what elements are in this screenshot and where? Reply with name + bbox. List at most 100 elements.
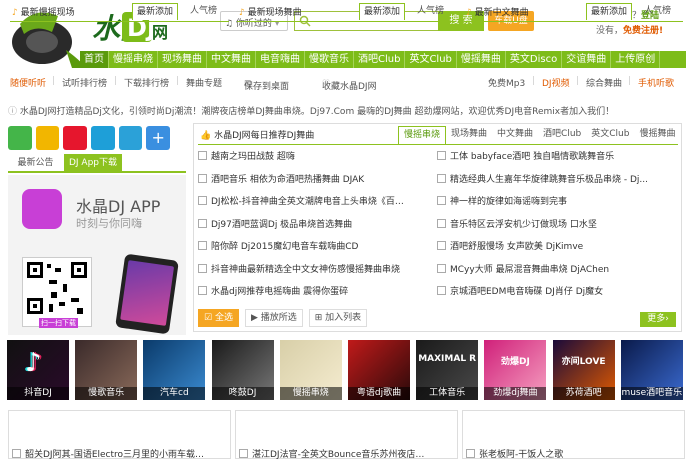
recommend-tabs: 慢摇串烧 现场舞曲 中文舞曲 酒吧Club 英文Club 慢摇舞曲 — [398, 126, 680, 144]
sub-nav-random[interactable]: 随便听听 — [10, 76, 46, 89]
more-button[interactable]: 更多› — [640, 312, 676, 327]
qr-code[interactable]: 扫一扫下载 — [22, 257, 92, 328]
nav-item[interactable]: 英文Club — [405, 51, 457, 68]
nav-item[interactable]: 上传原创 — [611, 51, 661, 68]
category-thumbnail[interactable]: ♪ 抖音DJ — [7, 340, 69, 400]
checkbox[interactable] — [12, 449, 21, 458]
tab-latest-added[interactable]: 最新添加 — [586, 3, 633, 20]
category-thumbnail[interactable]: 粤语dj歌曲 — [348, 340, 410, 400]
nav-item[interactable]: 慢歌音乐 — [305, 51, 354, 68]
recommend-tab[interactable]: 酒吧Club — [538, 126, 586, 144]
checkbox[interactable] — [198, 241, 207, 250]
sub-nav-video[interactable]: DJ视频 — [542, 76, 570, 89]
checkbox[interactable] — [198, 286, 207, 295]
thumbnail-label: 慢摇串烧 — [279, 387, 342, 400]
recommend-item[interactable]: 抖音神曲最新精选全中文女神伤感慢摇舞曲串烧 — [198, 263, 424, 278]
tab-latest-added[interactable]: 最新添加 — [132, 3, 179, 20]
recommend-item[interactable]: 越南之玛田战鼓 超嗨 — [198, 150, 424, 165]
recommend-item[interactable]: 音乐特区云浮安机少订做现场 口水坚 — [437, 218, 663, 233]
tab-popular[interactable]: 人气榜 — [413, 3, 448, 19]
category-thumbnail[interactable]: 劲爆DJ 劲爆dj舞曲 — [484, 340, 547, 400]
checkbox[interactable] — [437, 151, 446, 160]
recommend-item[interactable]: 酒吧音乐 相依为命酒吧热播舞曲 DJAK — [198, 173, 424, 188]
checkbox[interactable] — [239, 449, 248, 458]
recommend-item[interactable]: 京城酒吧EDM电音嗨碟 DJ肖仔 Dj魔女 — [437, 285, 663, 300]
checkbox[interactable] — [437, 263, 446, 273]
qzone-icon[interactable] — [35, 126, 60, 150]
recommend-tab-underline — [198, 144, 678, 145]
nav-item[interactable]: 中文舞曲 — [207, 51, 256, 68]
category-thumbnail[interactable]: 慢摇串烧 — [279, 340, 342, 400]
sub-nav-mobile[interactable]: 手机听歌 — [638, 76, 674, 89]
recommend-tab[interactable]: 中文舞曲 — [492, 126, 538, 144]
tencent-weibo-icon[interactable] — [118, 126, 143, 150]
sub-nav-listen-rank[interactable]: 试听排行榜 — [62, 76, 107, 89]
recommend-item[interactable]: 陪你醉 Dj2015魔幻电音车载嗨曲CD — [198, 240, 424, 255]
tab-latest-notice[interactable]: 最新公告 — [8, 154, 63, 172]
recommend-item[interactable]: 精选经典人生嘉年华旋律跳舞音乐极品串烧 - Dj... — [437, 173, 663, 188]
category-thumbnail[interactable]: muse酒吧音乐 — [620, 340, 683, 400]
recommend-item[interactable]: Dj97酒吧蓝调Dj 极品串烧首选舞曲 — [198, 218, 424, 233]
register-prefix: 没有， — [596, 26, 624, 36]
music-note-icon: ♪ — [12, 8, 21, 18]
recommend-item-title: DJ松松-抖音神曲全英文潮牌电音上头串烧《百… — [211, 197, 404, 207]
recommend-tab[interactable]: 英文Club — [586, 126, 634, 144]
nav-item[interactable]: 酒吧Club — [354, 51, 406, 68]
tab-app-download[interactable]: DJ App下载 — [64, 154, 122, 172]
category-thumbnail[interactable]: MAXIMAL RNB 工体音乐 — [416, 340, 479, 400]
section-title-text: 最新慢摇现场 — [20, 8, 75, 18]
play-selected-button[interactable]: ▶ 播放所选 — [244, 309, 303, 327]
qq-icon[interactable] — [91, 126, 115, 150]
nav-item[interactable]: 交谊舞曲 — [562, 51, 612, 68]
checkbox[interactable] — [437, 286, 446, 295]
section-list-item[interactable]: 韶关DJ阿其-国语Electro三月里的小雨车载… — [12, 447, 227, 460]
recommend-item-title: 越南之玛田战鼓 超嗨 — [211, 152, 295, 162]
tab-popular[interactable]: 人气榜 — [640, 3, 675, 19]
checkbox[interactable] — [198, 196, 207, 205]
recommend-item[interactable]: MCyy大师 最屌混音舞曲串烧 DjAChen — [437, 263, 663, 278]
checkbox[interactable] — [198, 151, 207, 160]
recommend-tab[interactable]: 现场舞曲 — [446, 126, 492, 144]
nav-item[interactable]: 慢摇串烧 — [109, 51, 158, 68]
nav-item[interactable]: 现场舞曲 — [158, 51, 207, 68]
recommend-tab[interactable]: 慢摇舞曲 — [634, 126, 680, 144]
category-thumbnail[interactable]: 咚鼓DJ — [211, 340, 274, 400]
checkbox[interactable] — [198, 218, 207, 228]
sub-nav-mixed[interactable]: 综合舞曲 — [586, 76, 622, 89]
save-desktop-label: 保存到桌面 — [244, 82, 290, 92]
checkbox[interactable] — [198, 263, 207, 273]
plus-icon[interactable]: + — [146, 126, 171, 150]
section-list-item[interactable]: 湛江DJ法官-全英文Bounce音乐苏州夜店… — [239, 447, 454, 460]
register-link[interactable]: 免费注册! — [623, 26, 663, 36]
checkbox[interactable] — [198, 173, 207, 183]
sub-nav-download-rank[interactable]: 下载排行榜 — [124, 76, 169, 89]
weibo-icon[interactable] — [63, 126, 88, 150]
section-list-item[interactable]: 张老板阿-干饭人之歌 — [466, 447, 681, 460]
tab-popular[interactable]: 人气榜 — [186, 3, 221, 19]
recommend-item[interactable]: 神一样的旋律如海谣嗨到完事 — [437, 195, 663, 210]
sub-nav-topic[interactable]: 舞曲专题 — [186, 76, 222, 89]
select-all-button[interactable]: ☑ 全选 — [198, 309, 239, 327]
recommend-tab[interactable]: 慢摇串烧 — [398, 126, 447, 144]
nav-item[interactable]: 电音嗨曲 — [256, 51, 305, 68]
wechat-icon[interactable] — [8, 126, 32, 150]
recommend-item[interactable]: 酒吧舒服慢场 女声欧美 DjKimve — [437, 240, 663, 255]
tab-latest-added[interactable]: 最新添加 — [359, 3, 406, 20]
category-thumbnail[interactable]: 慢歌音乐 — [75, 340, 138, 400]
recommend-item[interactable]: 水晶dj网推荐电摇嗨曲 震得你蛋碎 — [198, 285, 424, 300]
add-to-list-button[interactable]: ⊞ 加入列表 — [308, 309, 368, 327]
checkbox[interactable] — [437, 173, 446, 183]
checkbox[interactable] — [466, 449, 475, 458]
sub-nav-mp3[interactable]: 免费Mp3 — [488, 76, 525, 89]
category-thumbnail[interactable]: 亦间LOVE 苏荷酒吧 — [552, 340, 615, 400]
nav-item[interactable]: 首页 — [80, 51, 109, 68]
nav-item[interactable]: 慢摇舞曲 — [457, 51, 506, 68]
app-slogan: 时刻与你同嗨 — [76, 217, 142, 230]
nav-item[interactable]: 英文Disco — [506, 51, 563, 68]
recommend-item[interactable]: 工体 babyface酒吧 独自唱情歌跳舞音乐 — [437, 150, 663, 165]
category-thumbnail[interactable]: 汽车cd — [143, 340, 206, 400]
checkbox[interactable] — [437, 241, 446, 250]
checkbox[interactable] — [437, 218, 446, 228]
checkbox[interactable] — [437, 196, 446, 205]
recommend-item[interactable]: DJ松松-抖音神曲全英文潮牌电音上头串烧《百… — [198, 195, 424, 210]
